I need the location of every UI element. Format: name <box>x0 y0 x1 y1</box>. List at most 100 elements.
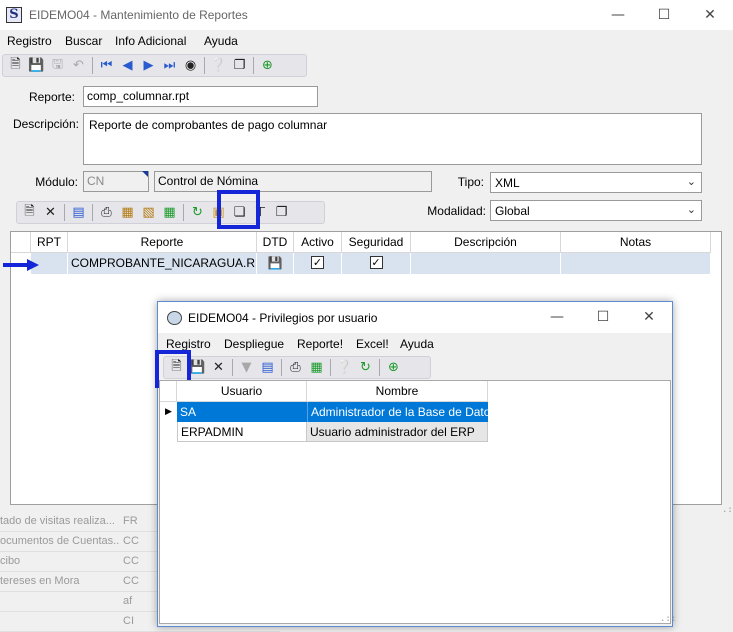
toolbar-separator <box>330 359 331 376</box>
tipo-value: XML <box>495 176 520 190</box>
menu-excel[interactable]: Excel! <box>356 337 389 351</box>
column-header-nombre[interactable]: Nombre <box>307 381 488 402</box>
tipo-label: Tipo: <box>457 175 484 189</box>
column-header-descripcion[interactable]: Descripción <box>411 232 561 253</box>
reporte-field[interactable]: comp_columnar.rpt <box>83 86 318 107</box>
filter-icon[interactable]: ▼ <box>236 358 257 378</box>
seguridad-cell[interactable]: ✓ <box>342 253 411 274</box>
activo-cell[interactable]: ✓ <box>294 253 342 274</box>
dialog-toolbar: 🗎 💾 ✕ ▼ ▤ ⎙ ▦ ❔ ↻ ⊕ <box>163 356 431 379</box>
column-header-usuario[interactable]: Usuario <box>177 381 307 402</box>
properties-icon[interactable]: ❐ <box>271 203 292 223</box>
print-icon[interactable]: ⎙ <box>285 358 306 378</box>
main-toolbar: 🗎 💾 🖫 ↶ ⏮ ◀ ▶ ⏭ ◉ ❔ ❐ ⊕ <box>2 54 307 77</box>
next-record-icon[interactable]: ▶ <box>138 56 159 76</box>
excel-icon[interactable]: ▦ <box>306 358 327 378</box>
list-item-name: cibo <box>0 555 21 567</box>
previous-record-icon[interactable]: ◀ <box>117 56 138 76</box>
toolbar-separator <box>253 57 254 74</box>
undo-icon[interactable]: ↶ <box>68 56 89 76</box>
list-item-name: tereses en Mora <box>0 575 80 587</box>
menu-registro[interactable]: Registro <box>7 34 52 48</box>
toolbar-separator <box>92 204 93 221</box>
usuario-cell[interactable]: SA <box>177 402 307 422</box>
resize-grip-icon[interactable]: .:: <box>660 614 676 624</box>
modulo-label: Módulo: <box>35 175 78 189</box>
search-binoculars-icon[interactable]: ◉ <box>180 56 201 76</box>
modulo-code-field[interactable]: CN <box>83 171 149 192</box>
modalidad-value: Global <box>495 204 530 218</box>
dialog-title: EIDEMO04 - Privilegios por usuario <box>188 311 378 325</box>
close-icon[interactable]: ✕ <box>626 302 672 332</box>
refresh-icon[interactable]: ↻ <box>187 203 208 223</box>
list-item-code: CC <box>123 555 139 567</box>
exit-icon[interactable]: ⊕ <box>257 56 278 76</box>
columns-icon[interactable]: ▤ <box>68 203 89 223</box>
menu-reporte[interactable]: Reporte! <box>297 337 343 351</box>
maximize-icon[interactable]: ☐ <box>580 302 626 332</box>
reporte-cell[interactable]: COMPROBANTE_NICARAGUA.RPT <box>68 253 257 274</box>
save-as-icon[interactable]: 🖫 <box>47 56 68 76</box>
tipo-select[interactable]: XML ⌄ <box>490 172 702 193</box>
modalidad-select[interactable]: Global ⌄ <box>490 200 702 221</box>
menu-ayuda[interactable]: Ayuda <box>204 34 238 48</box>
print-icon[interactable]: ⎙ <box>96 203 117 223</box>
resize-grip-icon[interactable]: .:: <box>722 505 733 515</box>
window-list-icon[interactable]: ❐ <box>229 56 250 76</box>
new-document-icon[interactable]: 🗎 <box>19 203 40 223</box>
lock-highlight-box <box>217 190 260 229</box>
toolbar-separator <box>64 204 65 221</box>
menu-despliegue[interactable]: Despliegue <box>224 337 284 351</box>
column-header-notas[interactable]: Notas <box>561 232 711 253</box>
seguridad-checkbox[interactable]: ✓ <box>369 256 383 269</box>
exit-icon[interactable]: ⊕ <box>383 358 404 378</box>
list-item-code: af <box>123 595 133 607</box>
column-header-activo[interactable]: Activo <box>294 232 342 253</box>
menu-registro[interactable]: Registro <box>166 337 211 351</box>
dialog-titlebar: EIDEMO04 - Privilegios por usuario — ☐ ✕ <box>158 302 672 333</box>
users-grid: Usuario Nombre ▶ SA Administrador de la … <box>159 380 671 624</box>
modulo-name-field: Control de Nómina <box>154 171 432 192</box>
column-header-rpt[interactable]: RPT <box>31 232 68 253</box>
menu-buscar[interactable]: Buscar <box>65 34 102 48</box>
close-icon[interactable]: ✕ <box>687 0 733 30</box>
descripcion-cell[interactable] <box>411 253 561 274</box>
list-item-name: tado de visitas realiza... <box>0 515 115 527</box>
save-icon[interactable]: 💾 <box>26 56 47 76</box>
nombre-cell[interactable]: Administrador de la Base de Datos <box>307 402 488 422</box>
last-record-icon[interactable]: ⏭ <box>159 56 180 76</box>
column-header-seguridad[interactable]: Seguridad <box>342 232 411 253</box>
nombre-cell[interactable]: Usuario administrador del ERP <box>307 422 488 442</box>
minimize-icon[interactable]: — <box>595 0 641 30</box>
column-header-dtd[interactable]: DTD <box>257 232 294 253</box>
help-icon[interactable]: ❔ <box>334 358 355 378</box>
grid-corner <box>11 232 31 253</box>
new-document-icon[interactable]: 🗎 <box>5 56 26 76</box>
delete-icon[interactable]: ✕ <box>40 203 61 223</box>
excel-icon[interactable]: ▦ <box>159 203 180 223</box>
export-icon[interactable]: ▦ <box>117 203 138 223</box>
help-icon[interactable]: ❔ <box>208 56 229 76</box>
first-record-icon[interactable]: ⏮ <box>96 56 117 76</box>
import-icon[interactable]: ▧ <box>138 203 159 223</box>
descripcion-field[interactable]: Reporte de comprobantes de pago columnar <box>83 113 702 165</box>
refresh-icon[interactable]: ↻ <box>355 358 376 378</box>
main-titlebar: S EIDEMO04 - Mantenimiento de Reportes —… <box>0 0 733 30</box>
maximize-icon[interactable]: ☐ <box>641 0 687 30</box>
menu-info-adicional[interactable]: Info Adicional <box>115 34 186 48</box>
chevron-down-icon: ⌄ <box>686 175 696 188</box>
list-item-code: CC <box>123 575 139 587</box>
toolbar-separator <box>379 359 380 376</box>
activo-checkbox[interactable]: ✓ <box>311 256 324 269</box>
dtd-save-icon[interactable]: 💾 <box>257 253 294 274</box>
column-header-reporte[interactable]: Reporte <box>68 232 257 253</box>
list-item-code: FR <box>123 515 138 527</box>
list-item-code: CI <box>123 615 134 627</box>
delete-icon[interactable]: ✕ <box>208 358 229 378</box>
columns-icon[interactable]: ▤ <box>257 358 278 378</box>
notas-cell[interactable] <box>561 253 711 274</box>
minimize-icon[interactable]: — <box>534 302 580 332</box>
usuario-cell[interactable]: ERPADMIN <box>177 422 307 442</box>
toolbar-separator <box>92 57 93 74</box>
menu-ayuda[interactable]: Ayuda <box>400 337 434 351</box>
